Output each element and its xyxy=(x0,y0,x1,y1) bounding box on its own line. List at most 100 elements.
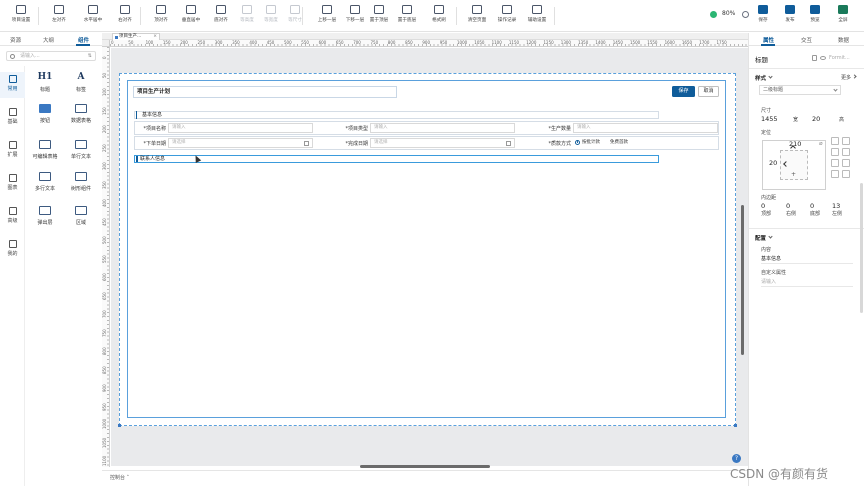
help-icon[interactable]: ? xyxy=(732,454,741,463)
component-label: 单行文本 xyxy=(70,154,91,160)
component-item[interactable]: 区域 xyxy=(62,202,100,232)
category-diamond[interactable]: 高级 xyxy=(0,204,25,230)
toolbar-button[interactable]: 操作记录 xyxy=(490,3,524,29)
tab-interaction[interactable]: 交互 xyxy=(801,36,812,44)
padding-right-value[interactable]: 0 xyxy=(786,202,790,210)
toolbar-button[interactable]: 左对齐 xyxy=(42,3,76,29)
toolbar-button[interactable]: 等尺寸 xyxy=(278,3,312,29)
finish-date-picker[interactable]: 请选择 xyxy=(370,138,515,148)
chevron-right-icon[interactable] xyxy=(852,74,857,79)
toolbar-label: 操作记录 xyxy=(497,17,517,23)
component-item[interactable]: 单行文本 xyxy=(62,136,100,166)
vertical-scrollbar[interactable] xyxy=(741,205,744,355)
align-icon[interactable] xyxy=(831,159,839,167)
component-item[interactable]: 多行文本 xyxy=(26,168,64,198)
radio-label[interactable]: 免费首款 xyxy=(610,139,628,145)
form-save-button[interactable]: 保存 xyxy=(672,86,695,97)
component-item[interactable]: H1 标题 xyxy=(26,68,64,98)
component-item[interactable]: 弹出层 xyxy=(26,202,64,232)
align-icon[interactable] xyxy=(831,148,839,156)
quantity-input[interactable]: 请输入 xyxy=(573,123,718,133)
sort-icon[interactable]: ⇅ xyxy=(88,52,92,60)
ruler-mark: 650 xyxy=(102,291,107,300)
lock-icon[interactable] xyxy=(812,55,817,61)
component-name[interactable]: 标题 xyxy=(755,54,768,64)
section-basic-box[interactable] xyxy=(134,111,659,119)
toolbar-icon xyxy=(322,5,332,14)
padding-bottom-value[interactable]: 0 xyxy=(810,202,814,210)
ruler-mark: 200 xyxy=(180,40,188,45)
padding-left-value[interactable]: 13 xyxy=(832,202,840,210)
align-icon[interactable] xyxy=(831,170,839,178)
toolbar-button[interactable]: 格式刷 xyxy=(422,3,456,29)
category-user[interactable]: 我的 xyxy=(0,237,25,263)
component-item[interactable]: 可编辑表格 xyxy=(26,136,64,166)
bottom-console-bar[interactable]: 控制台 ˄ xyxy=(102,470,748,486)
radio-batch[interactable] xyxy=(575,139,580,145)
padding-top-value[interactable]: 0 xyxy=(761,202,765,210)
eye-icon[interactable] xyxy=(820,56,826,60)
toolbar-button[interactable]: 辅助设置 xyxy=(520,3,554,29)
tab-components[interactable]: 组件 xyxy=(78,36,89,44)
watermark: CSDN @有颜有货 xyxy=(730,467,829,481)
toolbar-action-button[interactable]: 保存 xyxy=(750,3,776,29)
align-icon[interactable] xyxy=(842,159,850,167)
content-value-input[interactable]: 基本信息 xyxy=(761,255,781,262)
component-item[interactable]: 树形组件 xyxy=(62,168,100,198)
anchor-center-icon[interactable]: + xyxy=(791,171,796,178)
category-chart[interactable]: 图表 xyxy=(0,171,25,197)
star-icon xyxy=(8,75,17,83)
toolbar-button[interactable]: 顶对齐 xyxy=(144,3,178,29)
align-icon[interactable] xyxy=(842,148,850,156)
resize-handle[interactable] xyxy=(118,424,121,427)
panel-scrollbar[interactable] xyxy=(860,183,863,313)
zoom-control[interactable]: 80% xyxy=(707,9,753,21)
toolbar-action-button[interactable]: 预览 xyxy=(802,3,828,29)
style-select[interactable]: 二级标题 xyxy=(759,85,841,95)
component-item[interactable]: 按钮 xyxy=(26,100,64,130)
component-item[interactable]: A 标签 xyxy=(62,68,100,98)
width-value[interactable]: 1455 xyxy=(761,115,778,123)
tab-resources[interactable]: 资源 xyxy=(10,36,21,44)
align-icon[interactable] xyxy=(831,137,839,145)
component-label: 标题 xyxy=(39,87,50,93)
category-layers[interactable]: 扩展 xyxy=(0,138,25,164)
zoom-icon[interactable] xyxy=(742,11,749,18)
toolbar-action-button[interactable]: 全屏 xyxy=(830,3,856,29)
height-value[interactable]: 20 xyxy=(812,115,820,123)
toolbar-button[interactable]: 垂直居中 xyxy=(174,3,208,29)
tab-properties[interactable]: 属性 xyxy=(763,36,774,44)
horizontal-scrollbar[interactable] xyxy=(360,465,490,468)
ruler-mark: 50 xyxy=(102,72,107,78)
component-id-input[interactable]: Formit... xyxy=(829,55,850,61)
chevron-down-icon[interactable] xyxy=(768,74,773,79)
order-date-picker[interactable]: 请选择 xyxy=(168,138,313,148)
toolbar-button[interactable]: 水平居中 xyxy=(76,3,110,29)
toolbar-button[interactable]: 项目设置 xyxy=(4,3,38,29)
chevron-down-icon[interactable] xyxy=(768,234,773,239)
form-cancel-button[interactable]: 取消 xyxy=(698,86,719,97)
component-search-input[interactable]: 请输入... ⇅ xyxy=(6,51,96,61)
tab-outline[interactable]: 大纲 xyxy=(43,36,54,44)
toolbar-action-button[interactable]: 发布 xyxy=(777,3,803,29)
toolbar-button[interactable]: 置于底层 xyxy=(390,3,424,29)
tab-data[interactable]: 数据 xyxy=(838,36,849,44)
toolbar-button[interactable]: 清空页面 xyxy=(460,3,494,29)
section-contact-title[interactable]: 联系人信息 xyxy=(134,155,659,163)
project-type-input[interactable]: 请输入 xyxy=(370,123,515,133)
custom-attr-input[interactable]: 请输入 xyxy=(761,278,776,285)
page-tab[interactable]: 项目生产... × xyxy=(112,33,160,40)
toolbar-icon xyxy=(472,5,482,14)
more-link[interactable]: 更多 xyxy=(841,74,851,81)
align-icon[interactable] xyxy=(842,170,850,178)
category-grid[interactable]: 基础 xyxy=(0,105,25,131)
project-name-input[interactable]: 请输入 xyxy=(168,123,313,133)
align-icon[interactable] xyxy=(842,137,850,145)
component-item[interactable]: 数据表格 xyxy=(62,100,100,130)
toolbar-button[interactable]: 右对齐 xyxy=(108,3,142,29)
resize-handle[interactable] xyxy=(734,424,737,427)
right-property-panel: 属性 交互 数据 标题 Formit... 样式 更多 二级标题 尺寸 1455… xyxy=(748,33,864,486)
category-star[interactable]: 常用 xyxy=(0,72,25,98)
component-icon xyxy=(75,104,87,113)
form-title[interactable]: 项目生产计划 xyxy=(133,86,397,98)
